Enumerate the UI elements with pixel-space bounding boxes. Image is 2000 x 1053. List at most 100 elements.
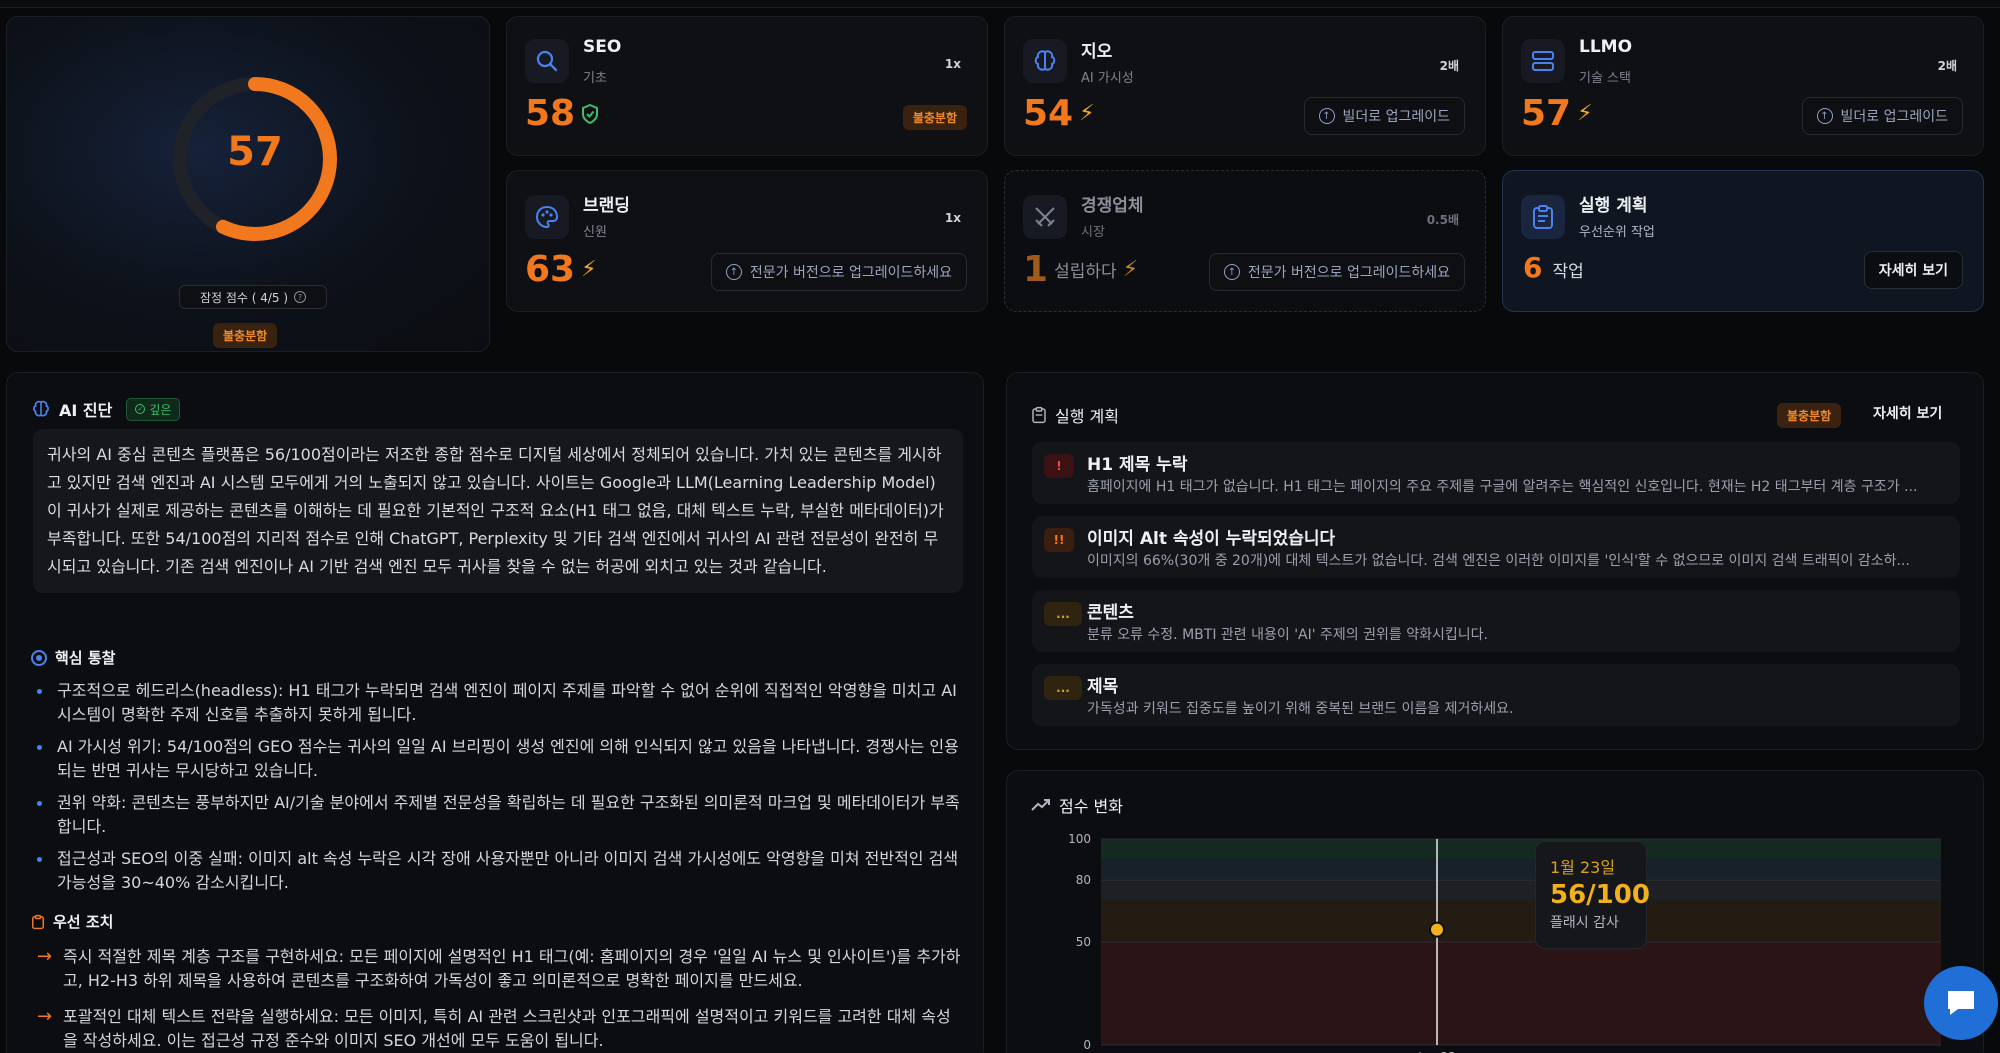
geo-card[interactable]: 지오 AI 가시성 2배 54 ⚡ ↑ 빌더로 업그레이드 — [1004, 16, 1486, 156]
score-band — [1101, 880, 1941, 901]
card-score: 58 — [525, 93, 599, 134]
check-circle-icon: ✓ — [135, 404, 146, 414]
upgrade-pro-button[interactable]: ↑ 전문가 버전으로 업그레이드하세요 — [1208, 253, 1465, 291]
alert-icon: !! — [1044, 528, 1074, 552]
chat-icon — [1948, 991, 1974, 1015]
plan-item[interactable]: ... 콘텐츠 분류 오류 수정. MBTI 관련 내용이 'AI' 주제의 권… — [1032, 590, 1960, 652]
priority-actions-title: 우선 조치 — [53, 913, 114, 931]
shield-check-icon — [582, 103, 599, 124]
upgrade-button-label: 전문가 버전으로 업그레이드하세요 — [749, 265, 952, 281]
upgrade-button-label: 빌더로 업그레이드 — [1342, 109, 1451, 125]
tooltip-date: 1월 23일 — [1550, 858, 1616, 877]
card-subtitle: AI 가시성 — [1081, 71, 1134, 86]
competitors-card[interactable]: 경쟁업체 시장 0.5배 1 설립하다 ⚡ ↑ 전문가 버전으로 업그레이드하세… — [1004, 170, 1486, 312]
insights-header: 핵심 통찰 — [31, 647, 115, 668]
clipboard-icon — [1032, 406, 1046, 424]
view-details-button[interactable]: 자세히 보기 — [1863, 251, 1963, 289]
weight-multiplier: 2배 — [1439, 59, 1459, 73]
insight-item: 접근성과 SEO의 이중 실패: 이미지 alt 속성 누락은 시각 장애 사용… — [37, 847, 963, 895]
chat-launcher-button[interactable] — [1924, 966, 1998, 1040]
view-details-button[interactable]: 자세히 보기 — [1873, 403, 1942, 423]
upgrade-pro-button[interactable]: ↑ 전문가 버전으로 업그레이드하세요 — [710, 253, 967, 291]
y-tick-label: 100 — [1068, 832, 1091, 846]
card-subtitle: 기술 스택 — [1579, 71, 1631, 86]
status-badge: 불충분함 — [902, 105, 967, 130]
score-band — [1101, 839, 1941, 860]
y-tick-label: 0 — [1083, 1038, 1091, 1052]
trending-up-icon — [1031, 799, 1050, 811]
task-count: 6 작업 — [1523, 251, 1584, 284]
card-subtitle: 우선순위 작업 — [1579, 225, 1655, 240]
brain-icon — [33, 400, 49, 417]
clipboard-icon — [32, 914, 44, 929]
plan-item[interactable]: ... 제목 가독성과 키워드 집중도를 높이기 위해 중복된 브랜드 이름을 … — [1032, 664, 1960, 726]
brain-icon — [1023, 39, 1067, 83]
score-band — [1101, 859, 1941, 881]
lightning-icon: ⚡ — [1577, 101, 1593, 126]
score-chart: 10080500Jan 23 — [1068, 832, 1941, 1053]
diagnosis-summary: 귀사의 AI 중심 콘텐츠 플랫폼은 56/100점이라는 저조한 종합 점수로… — [33, 429, 963, 593]
lightning-icon: ⚡ — [1122, 257, 1139, 282]
diagnosis-title: AI 진단 — [59, 401, 113, 420]
card-subtitle: 기초 — [583, 71, 607, 86]
target-icon — [31, 649, 47, 666]
chart-header: 점수 변화 — [1031, 793, 1123, 817]
upgrade-button-label: 전문가 버전으로 업그레이드하세요 — [1247, 265, 1450, 281]
card-score-suffix: 설립하다 — [1054, 262, 1117, 282]
arrow-up-circle-icon: ↑ — [1816, 108, 1833, 124]
insight-item: AI 가시성 위기: 54/100점의 GEO 점수는 귀사의 일일 AI 브리… — [37, 735, 963, 783]
llmo-card[interactable]: LLMO 기술 스택 2배 57 ⚡ ↑ 빌더로 업그레이드 — [1502, 16, 1984, 156]
plan-item-desc: 분류 오류 수정. MBTI 관련 내용이 'AI' 주제의 권위를 약화시킵니… — [1087, 627, 1488, 643]
insight-item: 권위 약화: 콘텐츠는 풍부하지만 AI/기술 분야에서 주제별 전문성을 확립… — [37, 791, 963, 839]
score-change-panel: 점수 변화 10080500Jan 23 1월 23일 56/100 플래시 감… — [1006, 770, 1984, 1053]
palette-icon — [525, 195, 569, 239]
plan-item[interactable]: !! 이미지 Alt 속성이 누락되었습니다 이미지의 66%(30개 중 20… — [1032, 516, 1960, 578]
card-score: 57 ⚡ — [1521, 93, 1593, 134]
action-item: → 즉시 적절한 제목 계층 구조를 구현하세요: 모든 페이지에 설명적인 H1… — [37, 945, 963, 993]
card-title: LLMO — [1579, 37, 1633, 57]
arrow-right-icon: → — [37, 946, 53, 967]
insights-title: 핵심 통찰 — [55, 649, 116, 667]
card-title: 브랜딩 — [583, 196, 630, 216]
seo-card[interactable]: SEO 기초 1x 58 불충분함 — [506, 16, 988, 156]
plan-item-desc: 홈페이지에 H1 태그가 없습니다. H1 태그는 페이지의 주요 주제를 구글… — [1087, 479, 1918, 495]
branding-card[interactable]: 브랜딩 신원 1x 63 ⚡ ↑ 전문가 버전으로 업그레이드하세요 — [506, 170, 988, 312]
lightning-icon: ⚡ — [1079, 101, 1095, 126]
more-icon: ... — [1044, 676, 1082, 700]
arrow-up-circle-icon: ↑ — [725, 264, 742, 280]
card-score: 63 ⚡ — [525, 249, 597, 290]
score-band — [1101, 942, 1941, 1045]
search-icon — [525, 39, 569, 83]
chart-title: 점수 변화 — [1059, 797, 1123, 816]
depth-badge: ✓ 깊은 — [126, 397, 181, 421]
more-icon: ... — [1044, 602, 1082, 626]
plan-item[interactable]: ! H1 제목 누락 홈페이지에 H1 태그가 없습니다. H1 태그는 페이지… — [1032, 442, 1960, 504]
provisional-score-label: 잠정 점수 ( 4/5 ) ? — [179, 285, 327, 309]
plan-header: 실행 계획 — [1031, 403, 1119, 427]
task-count-label: 작업 — [1552, 262, 1584, 282]
insight-text: 구조적으로 헤드리스(headless): H1 태그가 누락되면 검색 엔진이… — [57, 681, 957, 724]
upgrade-builder-button[interactable]: ↑ 빌더로 업그레이드 — [1303, 97, 1465, 135]
insight-text: 접근성과 SEO의 이중 실패: 이미지 alt 속성 누락은 시각 장애 사용… — [57, 849, 959, 892]
insight-text: AI 가시성 위기: 54/100점의 GEO 점수는 귀사의 일일 AI 브리… — [57, 737, 959, 780]
upgrade-button-label: 빌더로 업그레이드 — [1840, 109, 1949, 125]
top-bar — [0, 0, 2000, 8]
insight-text: 권위 약화: 콘텐츠는 풍부하지만 AI/기술 분야에서 주제별 전문성을 확립… — [57, 793, 960, 836]
weight-multiplier: 1x — [944, 57, 961, 71]
plan-item-desc: 이미지의 66%(30개 중 20개)에 대체 텍스트가 없습니다. 검색 엔진… — [1087, 553, 1910, 569]
diagnosis-header: AI 진단 ✓ 깊은 — [31, 397, 181, 421]
y-tick-label: 50 — [1076, 935, 1091, 949]
upgrade-builder-button[interactable]: ↑ 빌더로 업그레이드 — [1801, 97, 1963, 135]
overall-score-card: 57 잠정 점수 ( 4/5 ) ? 불충분함 — [6, 16, 490, 352]
card-title: 실행 계획 — [1579, 196, 1648, 216]
arrow-right-icon: → — [37, 1006, 53, 1027]
info-icon[interactable]: ? — [294, 291, 307, 303]
status-badge: 불충분함 — [1777, 403, 1842, 428]
plan-item-title: 이미지 Alt 속성이 누락되었습니다 — [1087, 529, 1336, 549]
card-title: 경쟁업체 — [1081, 196, 1144, 216]
action-plan-card[interactable]: 실행 계획 우선순위 작업 6 작업 자세히 보기 — [1502, 170, 1984, 312]
ai-diagnosis-panel: AI 진단 ✓ 깊은 귀사의 AI 중심 콘텐츠 플랫폼은 56/100점이라는… — [6, 372, 984, 1053]
lightning-icon: ⚡ — [581, 257, 597, 282]
card-title: 지오 — [1081, 42, 1113, 62]
gauge-status-badge: 불충분함 — [213, 323, 278, 348]
